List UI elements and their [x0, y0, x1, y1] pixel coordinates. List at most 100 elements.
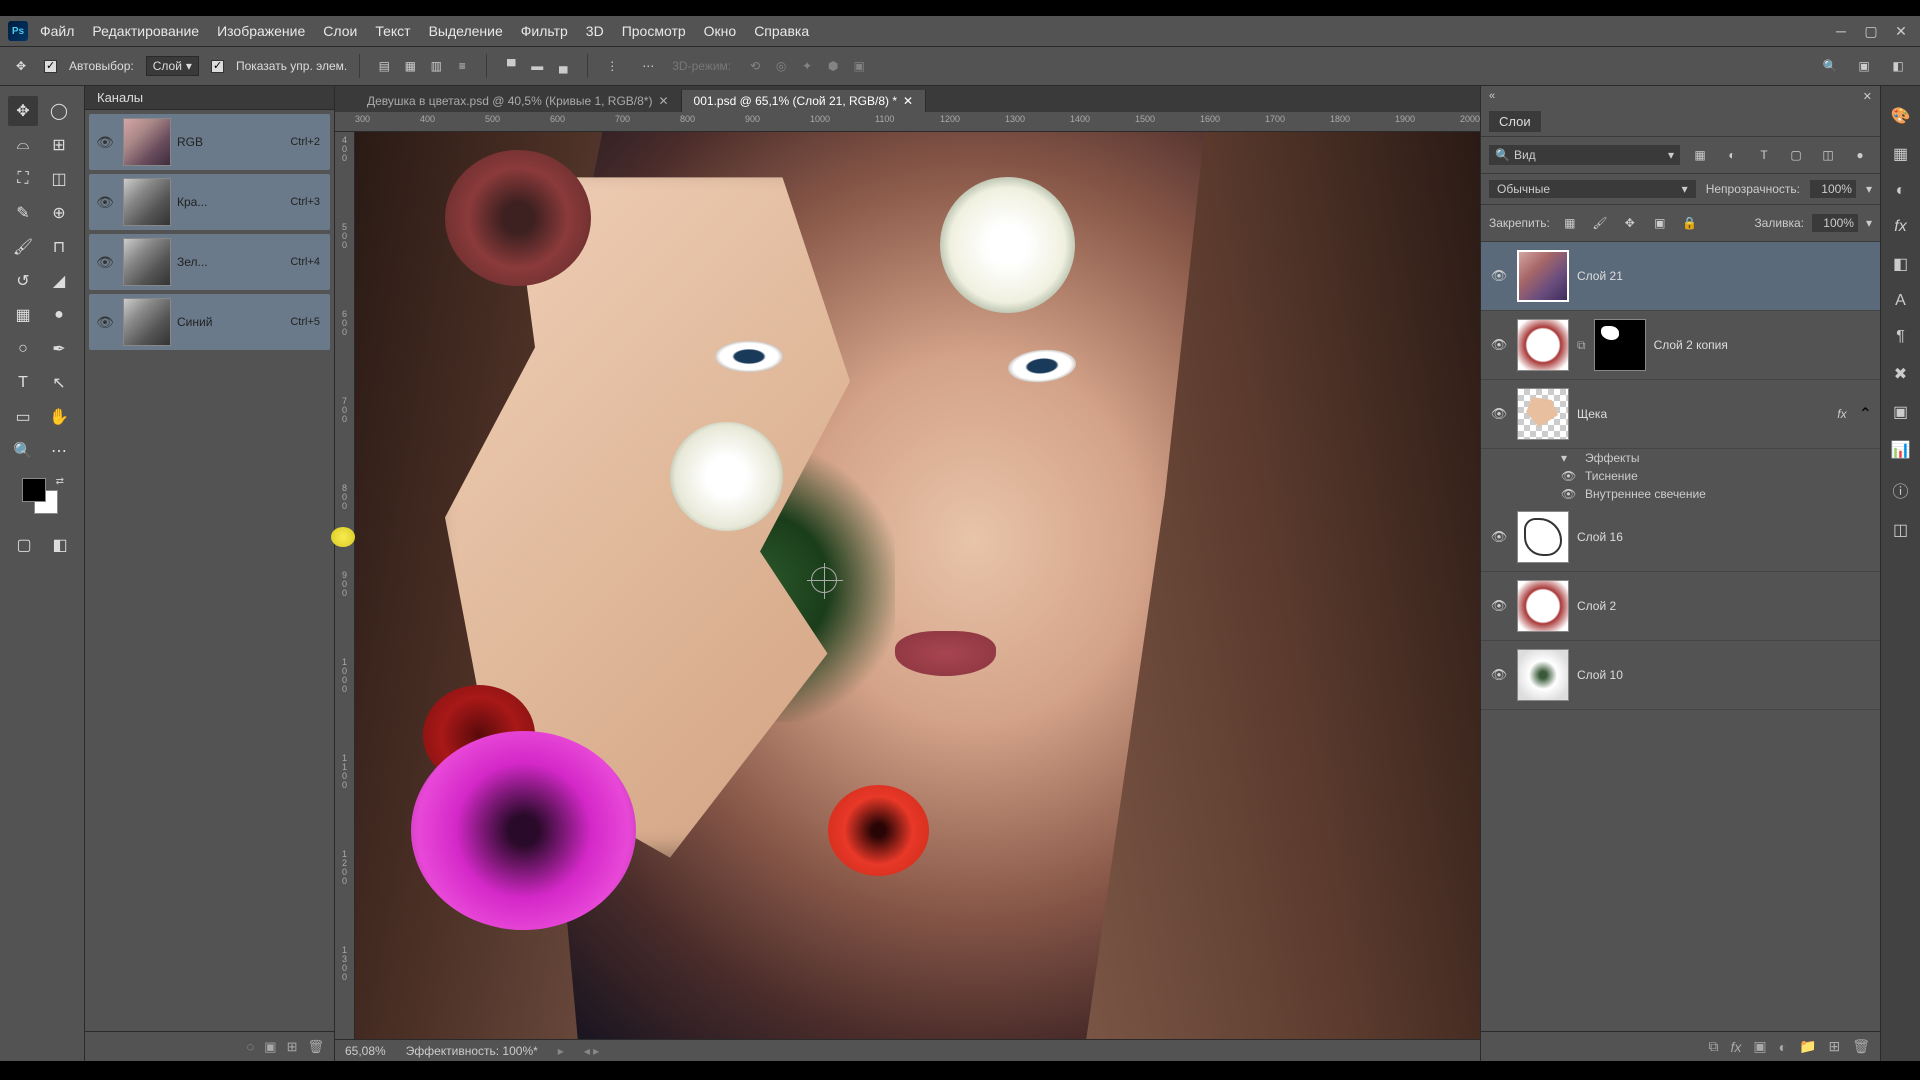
visibility-eye-icon[interactable]: 👁 [1489, 667, 1509, 683]
stamp-tool[interactable]: ⊓ [44, 232, 74, 262]
history-brush-tool[interactable]: ↺ [8, 266, 38, 296]
zoom-level[interactable]: 65,08% [345, 1044, 386, 1058]
layer-name[interactable]: Слой 16 [1577, 530, 1872, 544]
doc-tab-1[interactable]: Девушка в цветах.psd @ 40,5% (Кривые 1, … [355, 90, 682, 112]
fx-visibility-icon[interactable]: ▾ [1561, 451, 1577, 465]
distribute-icon[interactable]: ⋮ [600, 54, 624, 78]
menu-file[interactable]: Файл [40, 23, 74, 39]
fill-input[interactable]: 100% [1812, 214, 1858, 232]
color-swatch[interactable]: ⇄ [22, 478, 62, 518]
visibility-eye-icon[interactable]: 👁 [93, 194, 117, 211]
fx-visibility-icon[interactable]: 👁 [1561, 487, 1577, 501]
layer-fx-icon[interactable]: fx [1730, 1039, 1741, 1055]
link-layers-icon[interactable]: ⧉ [1708, 1038, 1718, 1055]
visibility-eye-icon[interactable]: 👁 [1489, 529, 1509, 545]
layer-row[interactable]: 👁 Слой 2 [1481, 572, 1880, 641]
align-middle-icon[interactable]: ▬ [525, 54, 549, 78]
layer-row[interactable]: 👁 ⧉ Слой 2 копия [1481, 311, 1880, 380]
swap-colors-icon[interactable]: ⇄ [56, 476, 64, 487]
layer-row[interactable]: 👁 Слой 16 [1481, 503, 1880, 572]
layer-mask-thumbnail[interactable] [1594, 319, 1646, 371]
dock-navigator-icon[interactable]: ◫ [1893, 520, 1908, 540]
layer-name[interactable]: Слой 2 [1577, 599, 1872, 613]
channel-delete-icon[interactable]: 🗑 [307, 1039, 324, 1055]
fx-expand-icon[interactable]: ⌃ [1859, 404, 1872, 424]
screenmode-icon[interactable]: ◧ [45, 530, 75, 560]
canvas[interactable] [355, 132, 1480, 1039]
menu-edit[interactable]: Редактирование [92, 23, 199, 39]
align-top-icon[interactable]: ▀ [499, 54, 523, 78]
layer-thumbnail[interactable] [1517, 319, 1569, 371]
layer-row[interactable]: 👁 Слой 21 [1481, 242, 1880, 311]
fx-indicator[interactable]: fx [1837, 407, 1846, 421]
search-icon[interactable]: 🔍 [1818, 54, 1842, 78]
align-bottom-icon[interactable]: ▄ [551, 54, 575, 78]
layer-name[interactable]: Слой 21 [1577, 269, 1872, 283]
marquee-tool[interactable]: ◯ [44, 96, 74, 126]
fx-visibility-icon[interactable]: 👁 [1561, 469, 1577, 483]
autoselect-target-dropdown[interactable]: Слой▾ [146, 56, 199, 76]
dodge-tool[interactable]: ○ [8, 334, 38, 364]
dock-history-icon[interactable]: ▣ [1893, 402, 1908, 422]
filter-adjust-icon[interactable]: ◐ [1720, 143, 1744, 167]
eraser-tool[interactable]: ◢ [44, 266, 74, 296]
edit-toolbar[interactable]: ⋯ [44, 436, 74, 466]
align-left-icon[interactable]: ▤ [372, 54, 396, 78]
effects-title[interactable]: ▾Эффекты [1481, 449, 1880, 467]
visibility-eye-icon[interactable]: 👁 [1489, 406, 1509, 422]
menu-help[interactable]: Справка [754, 23, 809, 39]
dock-info-icon[interactable]: ⓘ [1892, 478, 1908, 502]
crop-tool[interactable]: ⛶ [8, 164, 38, 194]
close-button[interactable]: ✕ [1890, 20, 1912, 42]
visibility-eye-icon[interactable]: 👁 [93, 314, 117, 331]
menu-image[interactable]: Изображение [217, 23, 305, 39]
visibility-eye-icon[interactable]: 👁 [1489, 337, 1509, 353]
blend-mode-dropdown[interactable]: Обычные▾ [1489, 180, 1696, 198]
channel-row[interactable]: 👁 RGB Ctrl+2 [89, 114, 330, 170]
filter-smart-icon[interactable]: ◫ [1816, 143, 1840, 167]
channel-save-icon[interactable]: ◌ [247, 1039, 255, 1054]
doc-tab-2[interactable]: 001.psd @ 65,1% (Слой 21, RGB/8) *✕ [682, 90, 927, 112]
opacity-input[interactable]: 100% [1810, 180, 1856, 198]
channel-mask-icon[interactable]: ▣ [264, 1039, 276, 1055]
dock-actions-icon[interactable]: ✖ [1894, 364, 1907, 384]
dock-swatches-icon[interactable]: ▦ [1893, 144, 1908, 164]
layer-thumbnail[interactable] [1517, 388, 1569, 440]
layer-thumbnail[interactable] [1517, 250, 1569, 302]
maximize-button[interactable]: ▢ [1860, 20, 1882, 42]
channel-new-icon[interactable]: ⊞ [287, 1039, 298, 1055]
hand-tool[interactable]: ✋ [44, 402, 74, 432]
visibility-eye-icon[interactable]: 👁 [93, 254, 117, 271]
menu-layer[interactable]: Слои [323, 23, 357, 39]
viewmode-icon[interactable]: ▣ [1852, 54, 1876, 78]
filter-shape-icon[interactable]: ▢ [1784, 143, 1808, 167]
visibility-eye-icon[interactable]: 👁 [93, 134, 117, 151]
menu-select[interactable]: Выделение [429, 23, 503, 39]
layer-thumbnail[interactable] [1517, 511, 1569, 563]
layer-name[interactable]: Слой 10 [1577, 668, 1872, 682]
zoom-tool[interactable]: 🔍 [8, 436, 38, 466]
align-center-icon[interactable]: ▦ [398, 54, 422, 78]
dock-histogram-icon[interactable]: 📊 [1891, 440, 1911, 460]
menu-view[interactable]: Просмотр [622, 23, 686, 39]
move-tool[interactable]: ✥ [8, 96, 38, 126]
dock-styles-icon[interactable]: fx [1894, 218, 1906, 236]
menu-window[interactable]: Окно [704, 23, 737, 39]
panel-close-icon[interactable]: ✕ [1863, 90, 1872, 103]
dock-color-icon[interactable]: 🎨 [1891, 106, 1911, 126]
dock-paragraph-icon[interactable]: ¶ [1896, 328, 1905, 346]
tab-close-icon[interactable]: ✕ [903, 94, 913, 108]
blur-tool[interactable]: ● [44, 300, 74, 330]
link-icon[interactable]: ⧉ [1577, 338, 1586, 353]
menu-filter[interactable]: Фильтр [521, 23, 568, 39]
layer-filter-dropdown[interactable]: 🔍 Вид ▾ [1489, 145, 1680, 165]
layer-row[interactable]: 👁 Щекаfx⌃ [1481, 380, 1880, 449]
layer-name[interactable]: Слой 2 копия [1654, 338, 1872, 352]
menu-3d[interactable]: 3D [586, 23, 604, 39]
layers-tab[interactable]: Слои [1489, 111, 1541, 132]
dock-adjust-icon[interactable]: ◐ [1896, 182, 1906, 200]
frame-tool[interactable]: ◫ [44, 164, 74, 194]
lock-pixels-icon[interactable]: 🖌 [1588, 211, 1612, 235]
lasso-tool[interactable]: ⌓ [8, 130, 38, 160]
align-right-icon[interactable]: ▥ [424, 54, 448, 78]
